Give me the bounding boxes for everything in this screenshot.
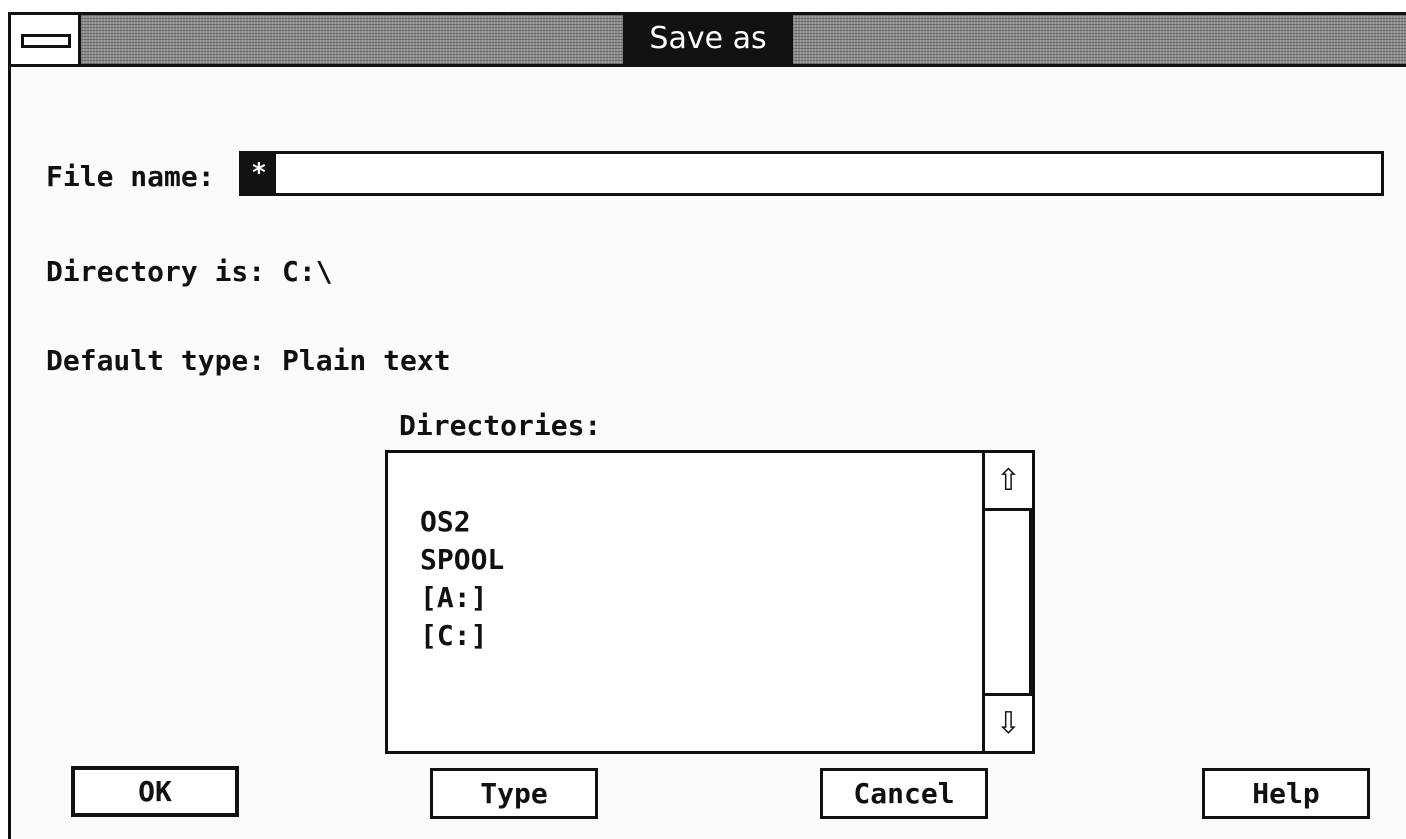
directories-list: OS2 SPOOL [A:] [C:]: [420, 503, 504, 655]
scroll-up-button[interactable]: ⇧: [985, 453, 1032, 511]
type-button[interactable]: Type: [430, 768, 598, 819]
directory-label: Directory is: C:\: [46, 255, 333, 288]
title-bar[interactable]: Save as: [11, 15, 1406, 67]
default-type-label: Default type: Plain text: [46, 344, 451, 377]
list-item-drive-c[interactable]: [C:]: [420, 617, 504, 655]
list-item-drive-a[interactable]: [A:]: [420, 579, 504, 617]
system-menu-icon: [21, 34, 71, 48]
vertical-scrollbar[interactable]: ⇧ ⇩: [982, 453, 1032, 751]
filename-label: File name:: [46, 160, 215, 193]
window-title: Save as: [623, 15, 793, 64]
filename-value: *: [242, 154, 276, 193]
list-item-spool[interactable]: SPOOL: [420, 541, 504, 579]
arrow-down-icon: ⇩: [995, 706, 1022, 741]
system-menu-button[interactable]: [11, 15, 81, 64]
cancel-button[interactable]: Cancel: [820, 768, 988, 819]
save-as-dialog: Save as File name: * Directory is: C:\ D…: [8, 12, 1406, 839]
directories-listbox[interactable]: OS2 SPOOL [A:] [C:] ⇧ ⇩: [385, 450, 1035, 754]
scroll-down-button[interactable]: ⇩: [985, 693, 1032, 751]
filename-input[interactable]: *: [239, 151, 1384, 196]
directories-label: Directories:: [399, 409, 602, 442]
help-button[interactable]: Help: [1202, 768, 1370, 819]
list-item-os2[interactable]: OS2: [420, 503, 504, 541]
arrow-up-icon: ⇧: [995, 463, 1022, 498]
scroll-track[interactable]: [985, 511, 1032, 693]
ok-button[interactable]: OK: [71, 766, 239, 817]
